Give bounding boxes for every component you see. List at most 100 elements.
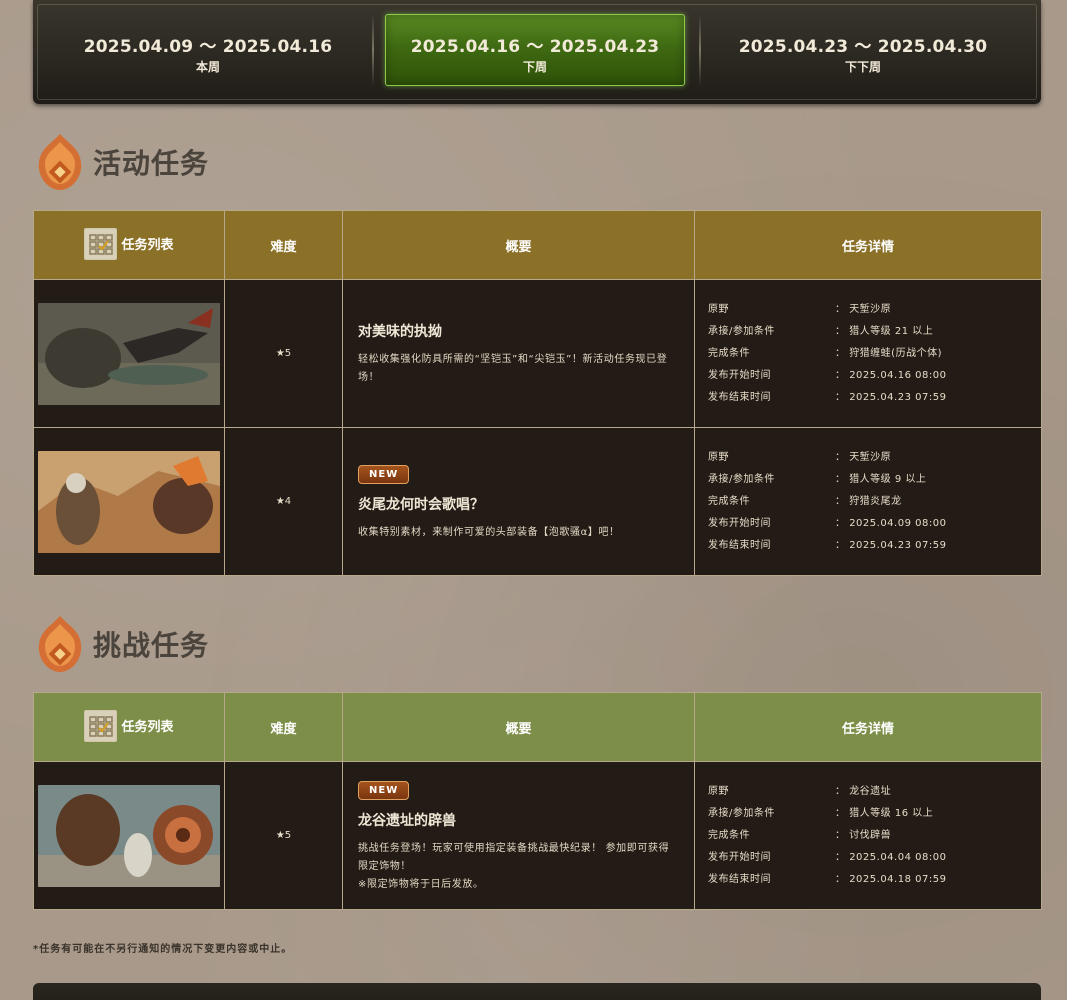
- bottom-frame: [33, 983, 1041, 1000]
- difficulty-stars: ★5: [224, 279, 343, 428]
- week-tab-next-week[interactable]: 2025.04.16 ～ 2025.04.23 下周: [385, 14, 685, 86]
- quest-details: 原野天堑沙原 承接/参加条件猎人等级 21 以上 完成条件狩猎缠蛙(历战个体) …: [694, 279, 1042, 428]
- quest-list-icon: [84, 709, 118, 742]
- detail-requirement: 承接/参加条件 猎人等级 9 以上: [708, 469, 1028, 491]
- detail-label: 完成条件: [708, 495, 750, 507]
- quest-note: ※限定饰物将于日后发放。: [358, 878, 484, 890]
- table-header-row: 任务列表 难度 概要 任务详情: [33, 210, 1042, 280]
- detail-requirement: 承接/参加条件 猎人等级 21 以上: [708, 321, 1028, 343]
- new-badge: NEW: [358, 464, 410, 484]
- week-tab-this-week[interactable]: 2025.04.09 ～ 2025.04.16 本周: [58, 14, 358, 86]
- table-row: ★5 对美味的执拗 轻松收集强化防具所需的“坚铠玉”和“尖铠玉”！新活动任务现已…: [33, 279, 1042, 428]
- detail-value: 猎人等级 21 以上: [835, 321, 933, 343]
- detail-label: 原野: [708, 303, 729, 315]
- difficulty-stars: ★4: [224, 427, 343, 576]
- detail-value: 2025.04.23 07:59: [835, 535, 946, 557]
- detail-value: 龙谷遗址: [835, 781, 891, 803]
- detail-label: 承接/参加条件: [708, 325, 775, 337]
- detail-value: 天堑沙原: [835, 447, 891, 469]
- quest-list-icon: [84, 227, 118, 260]
- quest-description: 轻松收集强化防具所需的“坚铠玉”和“尖铠玉”！新活动任务现已登场！: [358, 353, 668, 383]
- detail-label: 完成条件: [708, 347, 750, 359]
- detail-locale: 原野 龙谷遗址: [708, 781, 1028, 803]
- difficulty-stars: ★5: [224, 761, 343, 910]
- header-label: 任务列表: [121, 238, 174, 253]
- header-summary: 概要: [342, 210, 695, 280]
- detail-label: 原野: [708, 451, 729, 463]
- detail-value: 天堑沙原: [835, 299, 891, 321]
- quest-description: 收集特别素材，来制作可爱的头部装备【泡歌骚α】吧！: [358, 526, 620, 538]
- quest-name[interactable]: 对美味的执拗: [358, 321, 679, 341]
- challenge-quest-table: 任务列表 难度 概要 任务详情 ★5 NEW 龙谷遗址的辟兽 挑战任务登场！玩家…: [33, 692, 1042, 910]
- divider: [372, 14, 374, 86]
- flame-emblem-icon: [38, 134, 82, 190]
- detail-label: 发布开始时间: [708, 517, 771, 529]
- challenge-section-title: 挑战任务: [33, 612, 209, 676]
- detail-end-time: 发布结束时间 2025.04.18 07:59: [708, 869, 1028, 891]
- week-range: 2025.04.16 ～ 2025.04.23: [410, 37, 660, 57]
- table-row: ★5 NEW 龙谷遗址的辟兽 挑战任务登场！玩家可使用指定装备挑战最快纪录！ 参…: [33, 761, 1042, 910]
- header-quest-list: 任务列表: [33, 692, 225, 762]
- header-difficulty: 难度: [224, 692, 343, 762]
- week-tab-week-after-next[interactable]: 2025.04.23 ～ 2025.04.30 下下周: [713, 14, 1013, 86]
- quest-thumbnail-cell: [33, 427, 225, 576]
- section-heading: 挑战任务: [93, 629, 210, 662]
- header-details: 任务详情: [694, 210, 1042, 280]
- detail-value: 2025.04.09 08:00: [835, 513, 946, 535]
- quest-thumbnail-image[interactable]: [38, 302, 220, 405]
- week-selector: 2025.04.09 ～ 2025.04.16 本周 2025.04.16 ～ …: [33, 0, 1041, 104]
- flame-emblem-icon: [38, 616, 82, 672]
- detail-clear-condition: 完成条件 讨伐辟兽: [708, 825, 1028, 847]
- detail-value: 讨伐辟兽: [835, 825, 891, 847]
- quest-description: 挑战任务登场！玩家可使用指定装备挑战最快纪录！ 参加即可获得限定饰物！: [358, 842, 670, 872]
- quest-thumbnail-cell: [33, 279, 225, 428]
- divider: [699, 14, 701, 86]
- detail-value: 2025.04.18 07:59: [835, 869, 946, 891]
- header-label: 任务列表: [121, 720, 174, 735]
- header-quest-list: 任务列表: [33, 210, 225, 280]
- quest-details: 原野 天堑沙原 承接/参加条件 猎人等级 9 以上 完成条件 狩猎炎尾龙 发布开始时间…: [694, 427, 1042, 576]
- week-range: 2025.04.23 ～ 2025.04.30: [738, 37, 988, 57]
- section-heading: 活动任务: [93, 147, 210, 180]
- detail-label: 发布结束时间: [708, 539, 771, 551]
- detail-value: 猎人等级 9 以上: [835, 469, 926, 491]
- detail-value: 狩猎缠蛙(历战个体): [835, 343, 942, 365]
- quest-name[interactable]: 炎尾龙何时会歌唱？: [358, 494, 679, 514]
- week-label: 下下周: [844, 60, 881, 74]
- detail-label: 发布开始时间: [708, 851, 771, 863]
- quest-thumbnail-image[interactable]: [38, 450, 220, 553]
- detail-label: 承接/参加条件: [708, 473, 775, 485]
- header-difficulty: 难度: [224, 210, 343, 280]
- detail-start-time: 发布开始时间 2025.04.04 08:00: [708, 847, 1028, 869]
- quest-thumbnail-image[interactable]: [38, 784, 220, 887]
- detail-label: 承接/参加条件: [708, 807, 775, 819]
- week-range: 2025.04.09 ～ 2025.04.16: [83, 37, 333, 57]
- week-label: 本周: [195, 60, 220, 74]
- detail-value: 2025.04.16 08:00: [835, 365, 946, 387]
- quest-summary: 对美味的执拗 轻松收集强化防具所需的“坚铠玉”和“尖铠玉”！新活动任务现已登场！: [342, 279, 695, 428]
- header-details: 任务详情: [694, 692, 1042, 762]
- detail-end-time: 发布结束时间 2025.04.23 07:59: [708, 387, 1028, 409]
- table-row: ★4 NEW 炎尾龙何时会歌唱？ 收集特别素材，来制作可爱的头部装备【泡歌骚α】…: [33, 427, 1042, 576]
- new-badge: NEW: [358, 780, 410, 800]
- detail-label: 发布开始时间: [708, 369, 771, 381]
- header-summary: 概要: [342, 692, 695, 762]
- detail-start-time: 发布开始时间 2025.04.09 08:00: [708, 513, 1028, 535]
- quest-name[interactable]: 龙谷遗址的辟兽: [358, 810, 679, 830]
- week-label: 下周: [522, 60, 547, 74]
- detail-label: 发布结束时间: [708, 391, 771, 403]
- detail-label: 原野: [708, 785, 729, 797]
- detail-value: 猎人等级 16 以上: [835, 803, 933, 825]
- detail-value: 狩猎炎尾龙: [835, 491, 902, 513]
- detail-label: 发布结束时间: [708, 873, 771, 885]
- event-section-title: 活动任务: [33, 130, 209, 194]
- detail-end-time: 发布结束时间 2025.04.23 07:59: [708, 535, 1028, 557]
- table-header-row: 任务列表 难度 概要 任务详情: [33, 692, 1042, 762]
- detail-locale: 原野 天堑沙原: [708, 299, 1028, 321]
- detail-clear-condition: 完成条件 狩猎炎尾龙: [708, 491, 1028, 513]
- detail-value: 2025.04.04 08:00: [835, 847, 946, 869]
- detail-label: 完成条件: [708, 829, 750, 841]
- detail-requirement: 承接/参加条件 猎人等级 16 以上: [708, 803, 1028, 825]
- detail-clear-condition: 完成条件 狩猎缠蛙(历战个体): [708, 343, 1028, 365]
- detail-locale: 原野 天堑沙原: [708, 447, 1028, 469]
